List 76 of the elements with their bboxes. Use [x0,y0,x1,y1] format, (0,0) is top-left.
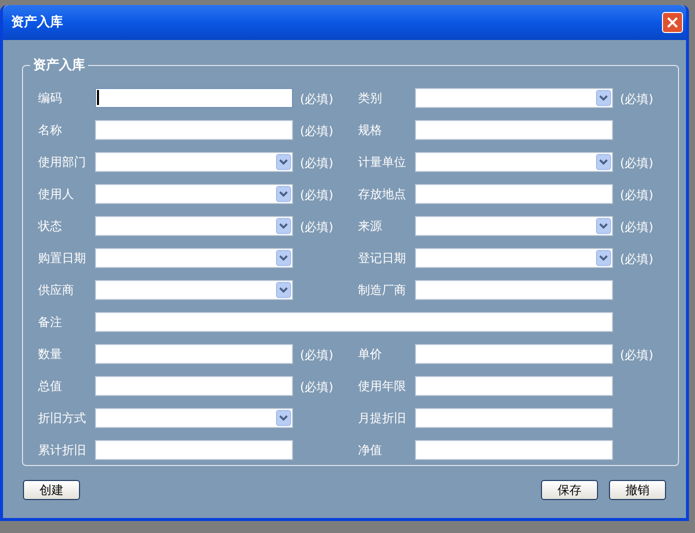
field-label: 供应商 [38,282,75,298]
dialog-button[interactable]: 保存 [541,480,598,500]
chevron-down-icon [276,410,291,426]
field-label: 使用人 [38,186,75,202]
field-label: 规格 [358,122,383,138]
required-note: (必填) [620,156,654,170]
window-title: 资产入库 [11,14,63,32]
field-label: 数量 [38,346,63,362]
field-label: 备注 [38,314,63,330]
text-field[interactable] [95,440,293,460]
field-label: 名称 [38,122,63,138]
close-icon [667,17,678,28]
chevron-down-icon [276,218,291,234]
dropdown-field[interactable] [415,152,613,172]
required-note: (必填) [620,220,654,234]
dialog-button[interactable]: 创建 [23,480,80,500]
text-field[interactable] [415,280,613,300]
required-note: (必填) [620,92,654,106]
dropdown-field[interactable] [415,248,613,268]
dropdown-field[interactable] [415,88,613,108]
text-field[interactable] [415,440,613,460]
field-label: 累计折旧 [38,442,87,458]
dropdown-field[interactable] [95,184,293,204]
field-label: 单价 [358,346,383,362]
required-note: (必填) [620,252,654,266]
chevron-down-icon [276,250,291,266]
field-label: 净值 [358,442,383,458]
dropdown-field[interactable] [95,408,293,428]
text-field[interactable] [95,376,293,396]
field-label: 来源 [358,218,383,234]
required-note: (必填) [300,380,334,394]
field-label: 使用年限 [358,378,407,394]
chevron-down-icon [596,218,611,234]
field-label: 制造厂商 [358,282,407,298]
required-note: (必填) [300,348,334,362]
field-label: 总值 [38,378,63,394]
chevron-down-icon [276,186,291,202]
required-note: (必填) [620,348,654,362]
field-label: 类别 [358,90,383,106]
required-note: (必填) [620,188,654,202]
field-label: 月提折旧 [358,410,407,426]
text-field[interactable] [415,408,613,428]
dropdown-field[interactable] [95,280,293,300]
dropdown-field[interactable] [95,216,293,236]
required-note: (必填) [300,156,334,170]
text-field[interactable] [95,120,293,140]
field-label: 状态 [38,218,63,234]
dropdown-field[interactable] [95,152,293,172]
text-field[interactable] [415,184,613,204]
chevron-down-icon [596,90,611,106]
close-button[interactable] [662,12,683,33]
field-label: 使用部门 [38,154,87,170]
text-field[interactable] [415,120,613,140]
dialog-button[interactable]: 撤销 [609,480,666,500]
text-field[interactable] [95,344,293,364]
field-label: 计量单位 [358,154,407,170]
field-label: 购置日期 [38,250,87,266]
required-note: (必填) [300,188,334,202]
required-note: (必填) [300,124,334,138]
text-field[interactable] [415,344,613,364]
required-note: (必填) [300,92,334,106]
required-note: (必填) [300,220,334,234]
text-field[interactable] [95,312,613,332]
dropdown-field[interactable] [95,248,293,268]
chevron-down-icon [596,250,611,266]
field-label: 编码 [38,90,63,106]
chevron-down-icon [276,154,291,170]
field-label: 存放地点 [358,186,407,202]
dropdown-field[interactable] [415,216,613,236]
text-field[interactable] [415,376,613,396]
chevron-down-icon [276,282,291,298]
chevron-down-icon [596,154,611,170]
field-label: 折旧方式 [38,410,87,426]
text-field[interactable] [95,88,293,108]
field-label: 登记日期 [358,250,407,266]
group-title: 资产入库 [32,56,86,75]
